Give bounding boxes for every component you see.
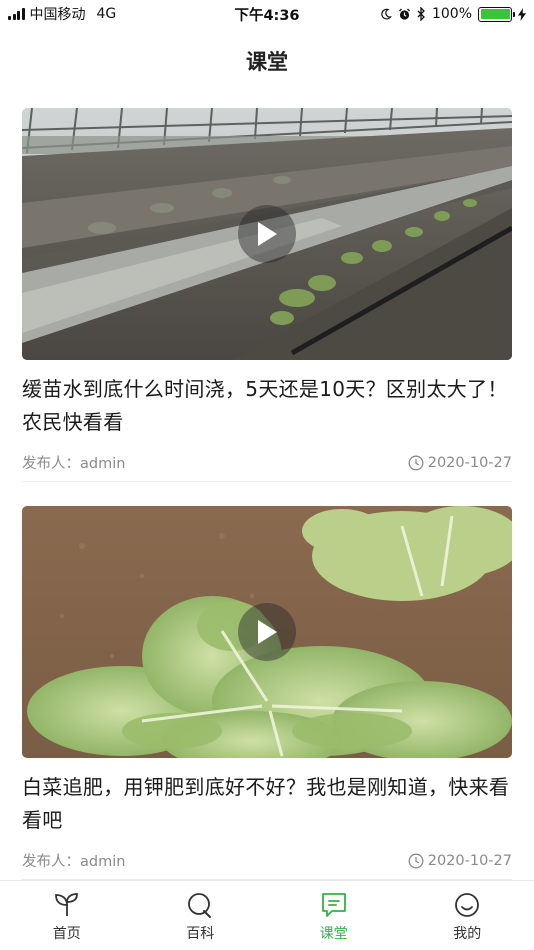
article-meta: 发布人：admin 2020-10-27 [22,452,512,482]
publish-date: 2020-10-27 [408,455,512,471]
tab-label: 首页 [52,926,81,942]
publisher-name: admin [80,854,126,870]
article-card[interactable]: 白菜追肥，用钾肥到底好不好？我也是刚知道，快来看看吧 发布人：admin 202… [22,506,512,880]
battery-icon [478,6,515,22]
publisher-name: admin [80,456,126,472]
article-card[interactable]: 缓苗水到底什么时间浇，5天还是10天？区别太大了！农民快看看 发布人：admin… [22,108,512,482]
article-feed: 缓苗水到底什么时间浇，5天还是10天？区别太大了！农民快看看 发布人：admin… [22,108,512,904]
network-label: 4G [96,6,117,22]
play-icon [258,222,277,246]
tab-label: 百科 [186,926,215,942]
smiley-profile-icon [455,893,480,917]
tab-classroom[interactable]: 课堂 [267,881,401,950]
page-title: 课堂 [246,50,288,74]
alarm-icon [399,8,410,20]
status-bar: 中国移动 4G 下午4:36 100% [0,0,534,28]
publisher-label: 发布人： [22,456,80,472]
clock-icon [408,455,424,470]
carrier-label: 中国移动 [29,7,86,23]
publish-date: 2020-10-27 [408,853,512,869]
search-magnifier-icon [188,893,212,918]
date-text: 2020-10-27 [427,852,512,869]
publisher-label: 发布人： [22,854,80,870]
tab-label: 课堂 [319,926,348,942]
video-thumbnail[interactable] [22,506,512,758]
tab-profile[interactable]: 我的 [401,881,534,950]
article-title[interactable]: 缓苗水到底什么时间浇，5天还是10天？区别太大了！农民快看看 [22,373,512,439]
battery-percent: 100% [431,6,472,22]
publisher: 发布人：admin [22,850,125,871]
status-left: 中国移动 4G [8,4,116,24]
video-thumbnail[interactable] [22,108,512,360]
date-text: 2020-10-27 [427,454,512,471]
tab-label: 我的 [453,926,482,942]
play-icon [258,620,277,644]
bluetooth-icon [417,7,425,21]
play-button[interactable] [238,205,296,263]
play-button[interactable] [238,603,296,661]
bottom-tab-bar: 首页 百科 课堂 我的 [0,880,534,950]
publisher: 发布人：admin [22,452,125,473]
moon-icon [381,8,392,20]
charging-icon [518,7,526,21]
tab-encyclopedia[interactable]: 百科 [134,881,268,950]
status-right: 100% [380,6,526,22]
sprout-icon [54,893,78,916]
tab-home[interactable]: 首页 [0,881,134,950]
clock-icon [408,853,424,868]
article-title[interactable]: 白菜追肥，用钾肥到底好不好？我也是刚知道，快来看看吧 [22,771,512,837]
signal-icon [8,8,25,20]
chat-lesson-icon [321,893,346,917]
article-meta: 发布人：admin 2020-10-27 [22,850,512,880]
